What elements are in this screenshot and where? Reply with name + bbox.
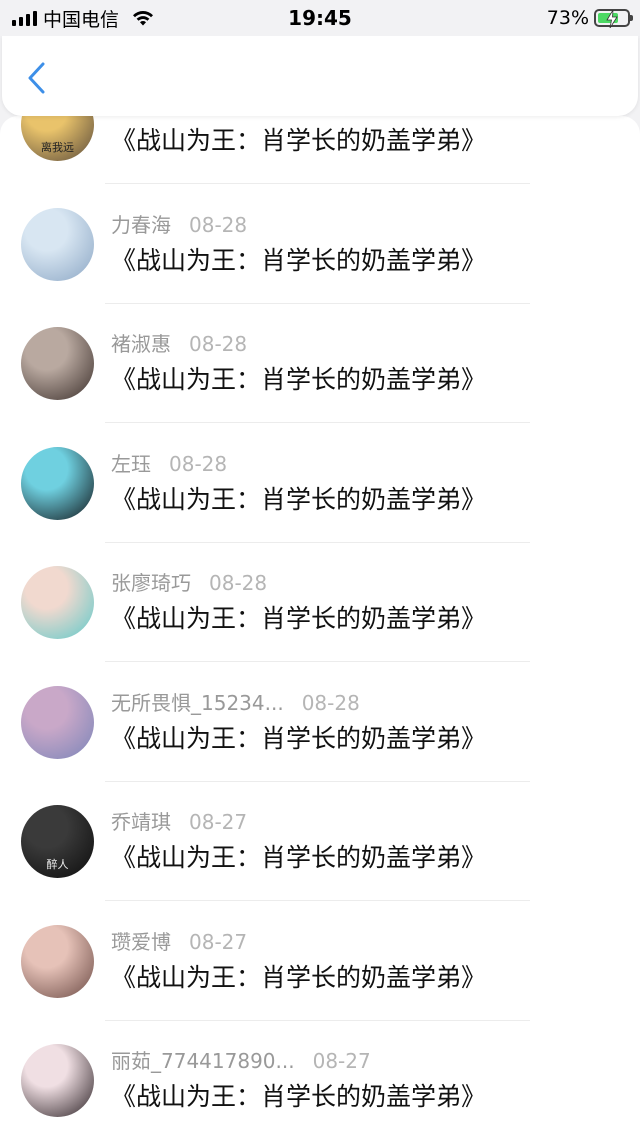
message-meta: 丽茹_774417890... 08-27: [111, 1045, 371, 1074]
list-item[interactable]: 无所畏惧_15234... 08-28 《战山为王：肖学长的奶盖学弟》: [0, 663, 640, 783]
message-text: 《战山为王：肖学长的奶盖学弟》: [111, 365, 487, 394]
message-text: 《战山为王：肖学长的奶盖学弟》: [111, 604, 487, 633]
message-text: 《战山为王：肖学长的奶盖学弟》: [111, 126, 487, 155]
message-meta: 左珏 08-28: [111, 448, 227, 477]
message-date: 08-27: [312, 1049, 371, 1073]
username[interactable]: 力春海: [111, 209, 171, 238]
list-item[interactable]: 丽茹_774417890... 08-27 《战山为王：肖学长的奶盖学弟》: [0, 1021, 640, 1138]
back-button[interactable]: [16, 58, 56, 98]
message-meta: 褚淑惠 08-28: [111, 328, 247, 357]
message-date: 08-28: [189, 212, 248, 237]
message-meta: 力春海 08-28: [111, 209, 247, 238]
avatar[interactable]: [21, 924, 94, 998]
avatar[interactable]: [21, 1044, 94, 1117]
username[interactable]: 瓒爱博: [111, 926, 171, 955]
bolt-icon: [606, 10, 618, 28]
chevron-left-icon: [28, 62, 45, 94]
list-item[interactable]: 左珏 08-28 《战山为王：肖学长的奶盖学弟》: [0, 424, 640, 544]
battery-charging-icon: [594, 9, 633, 28]
avatar[interactable]: [21, 566, 94, 639]
avatar[interactable]: [21, 685, 94, 759]
list-item[interactable]: 力春海 08-28 《战山为王：肖学长的奶盖学弟》: [0, 185, 640, 305]
message-meta: 瓒爱博 08-27: [111, 926, 247, 955]
avatar[interactable]: 离我远: [21, 116, 94, 161]
message-text: 《战山为王：肖学长的奶盖学弟》: [111, 484, 487, 514]
battery-percent: 73%: [546, 7, 589, 29]
avatar-caption: 醉人: [46, 858, 69, 871]
avatar[interactable]: 醉人: [21, 805, 94, 878]
avatar[interactable]: [21, 327, 94, 400]
list-item[interactable]: 醉人 乔靖琪 08-27 《战山为王：肖学长的奶盖学弟》: [0, 782, 640, 902]
username[interactable]: 乔靖琪: [111, 806, 171, 835]
message-date: 08-28: [209, 571, 268, 595]
avatar[interactable]: [21, 207, 94, 281]
message-text: 《战山为王：肖学长的奶盖学弟》: [111, 843, 487, 872]
username[interactable]: 左珏: [111, 448, 151, 477]
message-date: 08-27: [189, 929, 248, 954]
username[interactable]: 丽茹_774417890...: [111, 1045, 295, 1074]
nav-bar: [2, 36, 638, 116]
status-bar: 中国电信 19:45 73%: [0, 0, 640, 36]
message-meta: 乔靖琪 08-27: [111, 806, 247, 835]
status-time: 19:45: [288, 6, 352, 30]
message-text: 《战山为王：肖学长的奶盖学弟》: [111, 723, 487, 753]
message-meta: 张廖琦巧 08-28: [111, 567, 267, 596]
status-right: 73%: [546, 5, 633, 31]
message-date: 08-28: [169, 451, 228, 476]
message-list: 离我远 《战山为王：肖学长的奶盖学弟》 力春海 08-28 《战山为王：肖学长的奶盖学弟…: [0, 116, 640, 1138]
message-date: 08-28: [189, 332, 248, 356]
username[interactable]: 无所畏惧_15234...: [111, 687, 284, 716]
message-text: 《战山为王：肖学长的奶盖学弟》: [111, 962, 487, 992]
avatar[interactable]: [21, 446, 94, 520]
list-item[interactable]: 张廖琦巧 08-28 《战山为王：肖学长的奶盖学弟》: [0, 543, 640, 663]
username[interactable]: 褚淑惠: [111, 328, 171, 357]
message-date: 08-27: [189, 810, 248, 834]
message-list-panel: 离我远 《战山为王：肖学长的奶盖学弟》 力春海 08-28 《战山为王：肖学长的奶盖学弟…: [0, 116, 640, 1138]
list-item[interactable]: 褚淑惠 08-28 《战山为王：肖学长的奶盖学弟》: [0, 304, 640, 424]
message-text: 《战山为王：肖学长的奶盖学弟》: [111, 245, 487, 275]
list-item[interactable]: 瓒爱博 08-27 《战山为王：肖学长的奶盖学弟》: [0, 902, 640, 1022]
avatar-caption: 离我远: [41, 141, 74, 154]
message-meta: 无所畏惧_15234... 08-28: [111, 687, 360, 716]
list-item[interactable]: 离我远 《战山为王：肖学长的奶盖学弟》: [0, 116, 640, 185]
message-date: 08-28: [301, 690, 360, 715]
message-text: 《战山为王：肖学长的奶盖学弟》: [111, 1082, 487, 1111]
username[interactable]: 张廖琦巧: [111, 567, 191, 596]
